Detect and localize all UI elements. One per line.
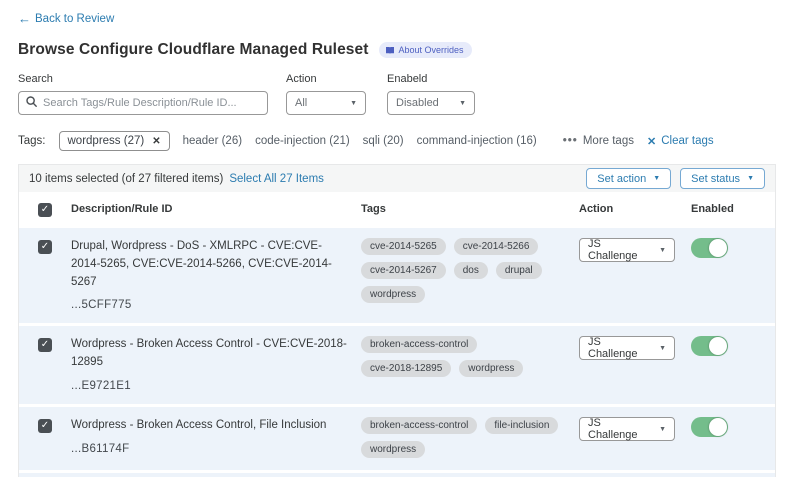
rule-description: Wordpress - Broken Access Control - CVE:…	[71, 336, 361, 372]
select-all-checkbox[interactable]: ✓	[38, 203, 52, 217]
chevron-down-icon: ▼	[459, 100, 466, 107]
table-row: ✓ Wordpress - Broken Access Control, Fil…	[19, 407, 775, 470]
chevron-down-icon: ▼	[350, 100, 357, 107]
action-filter-select[interactable]: All ▼	[286, 91, 366, 115]
enabled-toggle[interactable]	[691, 238, 728, 258]
tag-filter-option[interactable]: sqli (20)	[363, 135, 404, 147]
column-header-tags: Tags	[361, 203, 579, 215]
more-tags-button[interactable]: ••• More tags	[563, 135, 634, 147]
rule-id: ...B61174F	[71, 443, 361, 455]
column-header-enabled: Enabled	[691, 203, 775, 215]
back-link-label: Back to Review	[35, 13, 114, 25]
row-checkbox[interactable]: ✓	[38, 419, 52, 433]
rule-tag-chip: wordpress	[361, 441, 425, 458]
search-label: Search	[18, 73, 268, 85]
table-row: ✓ Wordpress - Broken Access Control - Up…	[19, 473, 775, 477]
row-checkbox[interactable]: ✓	[38, 338, 52, 352]
table-row: ✓ Drupal, Wordpress - DoS - XMLRPC - CVE…	[19, 228, 775, 323]
set-status-button[interactable]: Set status ▼	[680, 168, 765, 189]
table-header-row: ✓ Description/Rule ID Tags Action Enable…	[19, 192, 775, 225]
selected-tag-chip[interactable]: wordpress (27) ✕	[59, 131, 170, 151]
chevron-down-icon: ▼	[659, 426, 666, 433]
about-overrides-badge[interactable]: About Overrides	[379, 42, 472, 58]
book-icon	[385, 46, 395, 55]
search-input[interactable]	[43, 97, 260, 109]
action-filter-value: All	[295, 97, 307, 109]
tags-label: Tags:	[18, 135, 46, 147]
rule-tag-chip: wordpress	[459, 360, 523, 377]
ellipsis-icon: •••	[563, 135, 578, 147]
enabled-filter-value: Disabled	[396, 97, 439, 109]
row-action-select[interactable]: JS Challenge ▼	[579, 336, 675, 360]
clear-tags-button[interactable]: ✕ Clear tags	[647, 135, 714, 148]
rule-id: ...E9721E1	[71, 380, 361, 392]
row-action-value: JS Challenge	[588, 336, 651, 360]
badge-label: About Overrides	[399, 45, 464, 55]
page-title: Browse Configure Cloudflare Managed Rule…	[18, 41, 369, 59]
chevron-down-icon: ▼	[653, 175, 660, 182]
clear-tags-icon: ✕	[647, 135, 656, 148]
more-tags-label: More tags	[583, 135, 634, 147]
rules-table-body: ✓ Drupal, Wordpress - DoS - XMLRPC - CVE…	[19, 228, 775, 477]
rule-tag-chip: cve-2014-5267	[361, 262, 446, 279]
tag-filter-option[interactable]: code-injection (21)	[255, 135, 350, 147]
check-icon: ✓	[41, 340, 49, 350]
search-icon	[26, 94, 37, 112]
chevron-down-icon: ▼	[659, 345, 666, 352]
selection-summary: 10 items selected (of 27 filtered items)	[29, 173, 223, 185]
rule-tag-chip: broken-access-control	[361, 417, 477, 434]
enabled-toggle[interactable]	[691, 417, 728, 437]
row-action-select[interactable]: JS Challenge ▼	[579, 417, 675, 441]
enabled-filter-select[interactable]: Disabled ▼	[387, 91, 475, 115]
back-arrow-icon: ←	[18, 11, 31, 26]
remove-tag-icon[interactable]: ✕	[152, 136, 160, 147]
rule-description: Drupal, Wordpress - DoS - XMLRPC - CVE:C…	[71, 238, 361, 291]
rule-tag-chip: file-inclusion	[485, 417, 558, 434]
rule-tag-chip: cve-2014-5265	[361, 238, 446, 255]
row-action-value: JS Challenge	[588, 417, 651, 441]
check-icon: ✓	[41, 205, 49, 215]
selected-tag-label: wordpress (27)	[68, 135, 145, 147]
clear-tags-label: Clear tags	[661, 135, 713, 147]
tag-filter-option[interactable]: command-injection (16)	[417, 135, 537, 147]
chevron-down-icon: ▼	[659, 247, 666, 254]
enabled-toggle[interactable]	[691, 336, 728, 356]
chevron-down-icon: ▼	[747, 175, 754, 182]
rules-table: ✓ Description/Rule ID Tags Action Enable…	[18, 192, 776, 477]
search-box	[18, 91, 268, 115]
set-action-button[interactable]: Set action ▼	[586, 168, 671, 189]
rule-tag-chip: cve-2014-5266	[454, 238, 539, 255]
rule-description: Wordpress - Broken Access Control, File …	[71, 417, 361, 435]
row-checkbox[interactable]: ✓	[38, 240, 52, 254]
rule-tag-chip: broken-access-control	[361, 336, 477, 353]
select-all-link[interactable]: Select All 27 Items	[229, 173, 324, 185]
table-row: ✓ Wordpress - Broken Access Control - CV…	[19, 326, 775, 404]
check-icon: ✓	[41, 421, 49, 431]
rule-tag-chip: drupal	[496, 262, 542, 279]
column-header-description: Description/Rule ID	[71, 203, 361, 215]
selection-bar: 10 items selected (of 27 filtered items)…	[18, 164, 776, 192]
rule-tag-chip: wordpress	[361, 286, 425, 303]
rule-id: ...5CFF775	[71, 299, 361, 311]
rule-tag-chip: cve-2018-12895	[361, 360, 451, 377]
row-action-select[interactable]: JS Challenge ▼	[579, 238, 675, 262]
back-to-review-link[interactable]: ← Back to Review	[18, 11, 114, 26]
tag-filter-option[interactable]: header (26)	[183, 135, 242, 147]
action-filter-label: Action	[286, 73, 366, 85]
check-icon: ✓	[41, 242, 49, 252]
rule-tag-chip: dos	[454, 262, 488, 279]
column-header-action: Action	[579, 203, 691, 215]
tag-filter-list: header (26) code-injection (21) sqli (20) c…	[183, 135, 550, 147]
enabled-filter-label: Enabeld	[387, 73, 475, 85]
row-action-value: JS Challenge	[588, 238, 651, 262]
